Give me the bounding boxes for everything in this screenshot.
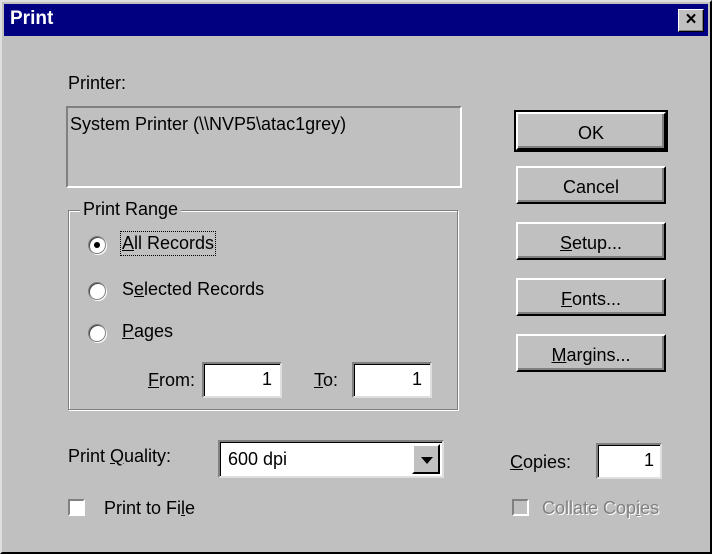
- title-bar[interactable]: Print ×: [4, 4, 708, 36]
- printer-name: System Printer (\\NVP5\atac1grey): [70, 114, 347, 134]
- copies-input[interactable]: 1: [596, 443, 662, 479]
- cancel-button[interactable]: Cancel: [516, 166, 666, 204]
- print-quality-select[interactable]: 600 dpi: [218, 440, 444, 478]
- radio-button-icon: [88, 282, 106, 300]
- radio-label: All Records: [119, 231, 217, 256]
- collate-copies-checkbox: Collate Copies: [508, 496, 698, 522]
- from-label: From:: [148, 370, 195, 390]
- to-page-value: 1: [411, 369, 422, 389]
- radio-button-icon: [88, 236, 106, 254]
- to-label: To:: [314, 370, 339, 390]
- close-button[interactable]: ×: [678, 9, 704, 32]
- print-quality-value: 600 dpi: [228, 449, 288, 469]
- radio-label: Selected Records: [122, 279, 265, 299]
- dropdown-button[interactable]: [412, 444, 440, 474]
- checkbox-icon: [68, 499, 85, 516]
- copies-label: Copies:: [510, 452, 572, 472]
- dialog-title: Print: [10, 8, 54, 29]
- to-page-input[interactable]: 1: [352, 362, 432, 398]
- radio-pages[interactable]: Pages: [88, 320, 248, 346]
- from-page-input[interactable]: 1: [202, 362, 282, 398]
- from-page-value: 1: [261, 369, 272, 389]
- close-icon: ×: [685, 9, 697, 30]
- printer-label: Printer:: [68, 73, 127, 93]
- fonts-button[interactable]: Fonts...: [516, 278, 666, 316]
- checkbox-icon: [512, 499, 529, 516]
- print-range-title: Print Range: [80, 199, 182, 220]
- print-to-file-checkbox[interactable]: Print to File: [66, 496, 236, 522]
- radio-selected-dot: [94, 242, 100, 248]
- collate-copies-label: Collate Copies: [542, 498, 660, 518]
- setup-button[interactable]: Setup...: [516, 222, 666, 260]
- radio-label: Pages: [122, 321, 174, 341]
- printer-name-box: System Printer (\\NVP5\atac1grey): [66, 106, 462, 188]
- print-to-file-label: Print to File: [104, 498, 196, 518]
- chevron-down-icon: [421, 457, 433, 464]
- print-quality-label: Print Quality:: [68, 446, 172, 466]
- radio-all-records[interactable]: All Records: [88, 231, 308, 258]
- ok-button[interactable]: OK: [514, 110, 668, 152]
- radio-selected-records[interactable]: Selected Records: [88, 278, 328, 304]
- radio-button-icon: [88, 324, 106, 342]
- copies-value: 1: [643, 450, 654, 470]
- margins-button[interactable]: Margins...: [516, 334, 666, 372]
